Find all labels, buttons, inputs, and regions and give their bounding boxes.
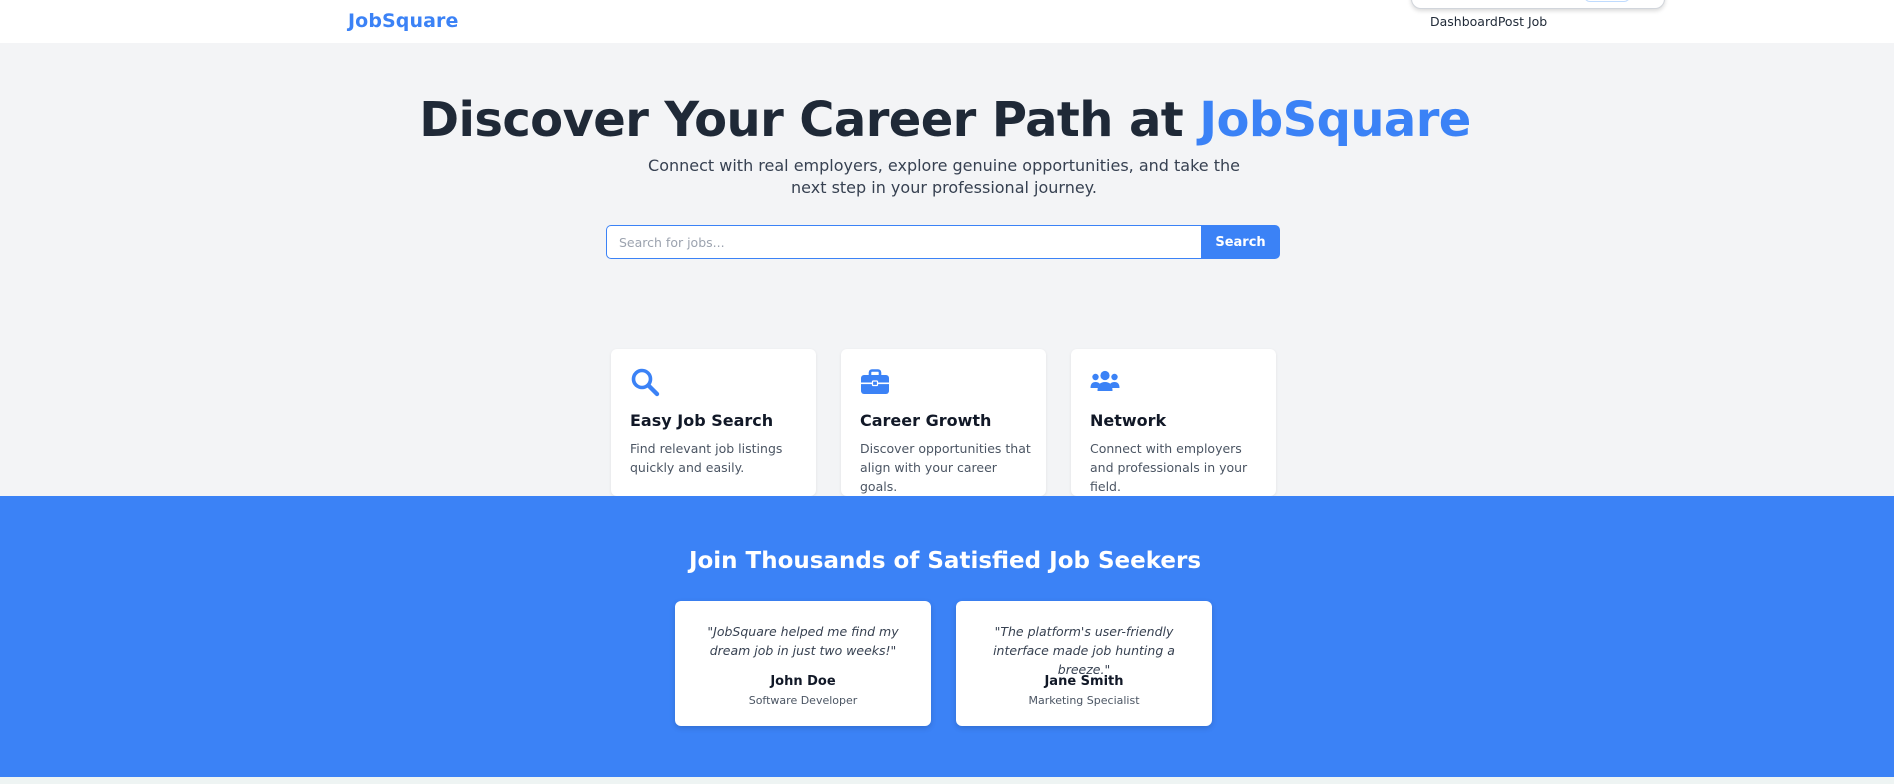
- site-logo[interactable]: JobSquare: [348, 10, 459, 32]
- testimonial-card: "JobSquare helped me find my dream job i…: [675, 601, 931, 726]
- job-search-input[interactable]: [606, 225, 1201, 259]
- search-icon: [631, 368, 660, 397]
- testimonial-quote: "The platform's user-friendly interface …: [993, 624, 1175, 677]
- briefcase-icon: [861, 369, 889, 394]
- nav-link-post-job[interactable]: Post Job: [1498, 14, 1547, 29]
- hero-title-brand: JobSquare: [1199, 92, 1471, 148]
- search-button[interactable]: Search: [1201, 225, 1280, 259]
- testimonial-card: "The platform's user-friendly interface …: [956, 601, 1212, 726]
- feature-card-easy-job-search: Easy Job Search Find relevant job listin…: [611, 349, 816, 496]
- feature-title: Easy Job Search: [630, 411, 774, 430]
- hero-title: Discover Your Career Path at JobSquare: [0, 92, 1890, 148]
- user-menu-popup[interactable]: [1411, 0, 1665, 9]
- feature-description: Discover opportunities that align with y…: [860, 441, 1031, 494]
- feature-description: Find relevant job listings quickly and e…: [630, 441, 783, 475]
- nav-link-dashboard[interactable]: Dashboard: [1430, 14, 1498, 29]
- feature-card-career-growth: Career Growth Discover opportunities tha…: [841, 349, 1046, 496]
- feature-title: Career Growth: [860, 411, 992, 430]
- footer-strip: [0, 777, 1894, 784]
- user-menu-pill[interactable]: [1584, 0, 1630, 2]
- hero-title-prefix: Discover Your Career Path at: [419, 92, 1200, 148]
- testimonial-quote: "JobSquare helped me find my dream job i…: [707, 624, 899, 658]
- testimonial-author-name: Jane Smith: [1044, 674, 1124, 689]
- testimonial-author-role: Marketing Specialist: [1028, 694, 1140, 707]
- testimonial-author-name: John Doe: [770, 674, 836, 689]
- users-icon: [1090, 370, 1120, 391]
- testimonials-section: Join Thousands of Satisfied Job Seekers …: [0, 496, 1894, 777]
- testimonials-heading: Join Thousands of Satisfied Job Seekers: [688, 548, 1202, 574]
- top-nav-bar: JobSquare Dashboard Post Job: [0, 0, 1894, 43]
- testimonial-author-role: Software Developer: [748, 694, 858, 707]
- feature-title: Network: [1090, 411, 1167, 430]
- feature-card-network: Network Connect with employers and profe…: [1071, 349, 1276, 496]
- main-nav: Dashboard Post Job: [1430, 14, 1547, 29]
- feature-description: Connect with employers and professionals…: [1090, 441, 1248, 494]
- hero-subtitle: Connect with real employers, explore gen…: [648, 156, 1240, 197]
- job-search-form: Search: [606, 225, 1280, 259]
